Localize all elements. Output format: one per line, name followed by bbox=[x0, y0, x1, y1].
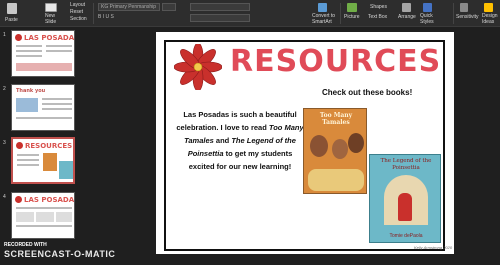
picture-icon[interactable] bbox=[347, 3, 357, 12]
thumbnail-line bbox=[36, 212, 54, 222]
poinsettia-icon bbox=[16, 142, 23, 149]
thumbnail-line bbox=[16, 117, 72, 119]
slide-thumbnail-4[interactable]: LAS POSADAS bbox=[11, 192, 75, 239]
illustration-face bbox=[310, 135, 328, 157]
ribbon-divider bbox=[93, 3, 94, 24]
format-controls[interactable]: B I U S bbox=[98, 14, 114, 20]
new-slide-button[interactable]: New Slide bbox=[45, 13, 56, 25]
smartart-icon[interactable] bbox=[318, 3, 327, 12]
illustration-face bbox=[332, 139, 348, 159]
design-ideas-icon[interactable] bbox=[484, 3, 493, 12]
thumbnail-number: 2 bbox=[3, 86, 6, 92]
body-text-part: and bbox=[213, 136, 232, 145]
convert-smartart-button[interactable]: Convert to SmartArt bbox=[312, 13, 335, 25]
layout-button[interactable]: Layout bbox=[70, 2, 85, 8]
section-button[interactable]: Section bbox=[70, 16, 87, 22]
thumbnail-title: RESOURCES bbox=[25, 142, 73, 150]
quick-styles-button[interactable]: Quick Styles bbox=[420, 13, 434, 25]
thumbnail-title: Thank you bbox=[16, 88, 46, 94]
font-size-combo[interactable] bbox=[162, 3, 176, 11]
thumbnail-line bbox=[16, 45, 42, 47]
thumbnail-number: 4 bbox=[3, 194, 6, 200]
paste-icon[interactable] bbox=[7, 3, 17, 14]
font-combo[interactable]: KG Primary Penmanship bbox=[98, 3, 160, 11]
ribbon-divider bbox=[453, 3, 454, 24]
paragraph-controls[interactable] bbox=[190, 3, 250, 11]
poinsettia-icon bbox=[15, 196, 22, 203]
thumbnail-title: LAS POSADAS bbox=[24, 196, 75, 204]
thumbnail-line bbox=[16, 98, 38, 112]
recording-brand: SCREENCAST-O-MATIC bbox=[4, 249, 116, 259]
slide-credit: Kelly Armstrong 2020 bbox=[414, 245, 453, 250]
thumbnail-line bbox=[16, 63, 72, 71]
slide-canvas[interactable]: RESOURCES Check out these books! Las Pos… bbox=[156, 32, 454, 254]
quick-styles-icon[interactable] bbox=[423, 3, 432, 12]
paste-button[interactable]: Paste bbox=[5, 17, 18, 23]
sensitivity-icon[interactable] bbox=[460, 3, 468, 12]
slide-thumbnail-1[interactable]: LAS POSADAS bbox=[11, 30, 75, 77]
thumbnail-book bbox=[59, 161, 73, 179]
illustration-face bbox=[348, 133, 364, 153]
align-controls[interactable] bbox=[190, 14, 250, 22]
slide-thumbnail-pane: 1 LAS POSADAS 2 Thank you 3 RESOURCES 4 … bbox=[0, 27, 82, 265]
sensitivity-button[interactable]: Sensitivity bbox=[456, 14, 479, 20]
poinsettia-icon bbox=[15, 34, 22, 41]
thumbnail-line bbox=[46, 45, 72, 47]
arrange-icon[interactable] bbox=[402, 3, 411, 12]
reset-button[interactable]: Reset bbox=[70, 9, 83, 15]
thumbnail-line bbox=[42, 98, 72, 100]
thumbnail-line bbox=[56, 212, 72, 222]
thumbnail-number: 1 bbox=[3, 32, 6, 38]
ribbon-toolbar: Paste New Slide Layout Reset Section KG … bbox=[0, 0, 500, 27]
thumbnail-line bbox=[16, 207, 72, 209]
thumbnail-line bbox=[46, 50, 72, 52]
recording-label: RECORDED WITH bbox=[4, 242, 47, 248]
book-cover-too-many-tamales[interactable]: Too Many Tamales bbox=[303, 108, 367, 194]
thumbnail-line bbox=[42, 108, 72, 110]
thumbnail-number: 3 bbox=[3, 140, 6, 146]
thumbnail-line bbox=[16, 50, 42, 52]
design-ideas-button[interactable]: Design Ideas bbox=[482, 13, 498, 25]
book-cover-title: The Legend of the Poinsettia bbox=[380, 158, 432, 171]
illustration-tamales bbox=[308, 169, 364, 191]
picture-button[interactable]: Picture bbox=[344, 14, 360, 20]
slide-body-text[interactable]: Las Posadas is such a beautiful celebrat… bbox=[176, 108, 304, 173]
slide-thumbnail-2[interactable]: Thank you bbox=[11, 84, 75, 131]
poinsettia-icon bbox=[174, 44, 222, 90]
thumbnail-line bbox=[42, 103, 72, 105]
thumbnail-book bbox=[43, 153, 57, 171]
thumbnail-line bbox=[17, 154, 39, 156]
thumbnail-line bbox=[17, 159, 39, 161]
arrange-button[interactable]: Arrange bbox=[398, 14, 416, 20]
thumbnail-line bbox=[16, 55, 42, 57]
thumbnail-line bbox=[16, 212, 34, 222]
book-cover-author: Tomie dePaola bbox=[389, 233, 423, 239]
book-cover-legend-of-the-poinsettia[interactable]: The Legend of the Poinsettia Tomie dePao… bbox=[369, 154, 441, 243]
slide-subtitle[interactable]: Check out these books! bbox=[322, 88, 412, 97]
thumbnail-line bbox=[16, 225, 72, 227]
illustration-girl bbox=[398, 193, 412, 221]
thumbnail-title: LAS POSADAS bbox=[24, 34, 75, 42]
slide-title[interactable]: RESOURCES bbox=[230, 44, 441, 79]
ribbon-divider bbox=[340, 3, 341, 24]
book-cover-title: Too Many Tamales bbox=[319, 112, 353, 126]
shapes-button[interactable]: Shapes bbox=[370, 4, 387, 10]
slide-thumbnail-3[interactable]: RESOURCES bbox=[11, 137, 75, 184]
powerpoint-window: Paste New Slide Layout Reset Section KG … bbox=[0, 0, 500, 265]
new-slide-icon[interactable] bbox=[45, 3, 57, 12]
textbox-button[interactable]: Text Box bbox=[368, 14, 387, 20]
thumbnail-line bbox=[17, 164, 39, 166]
